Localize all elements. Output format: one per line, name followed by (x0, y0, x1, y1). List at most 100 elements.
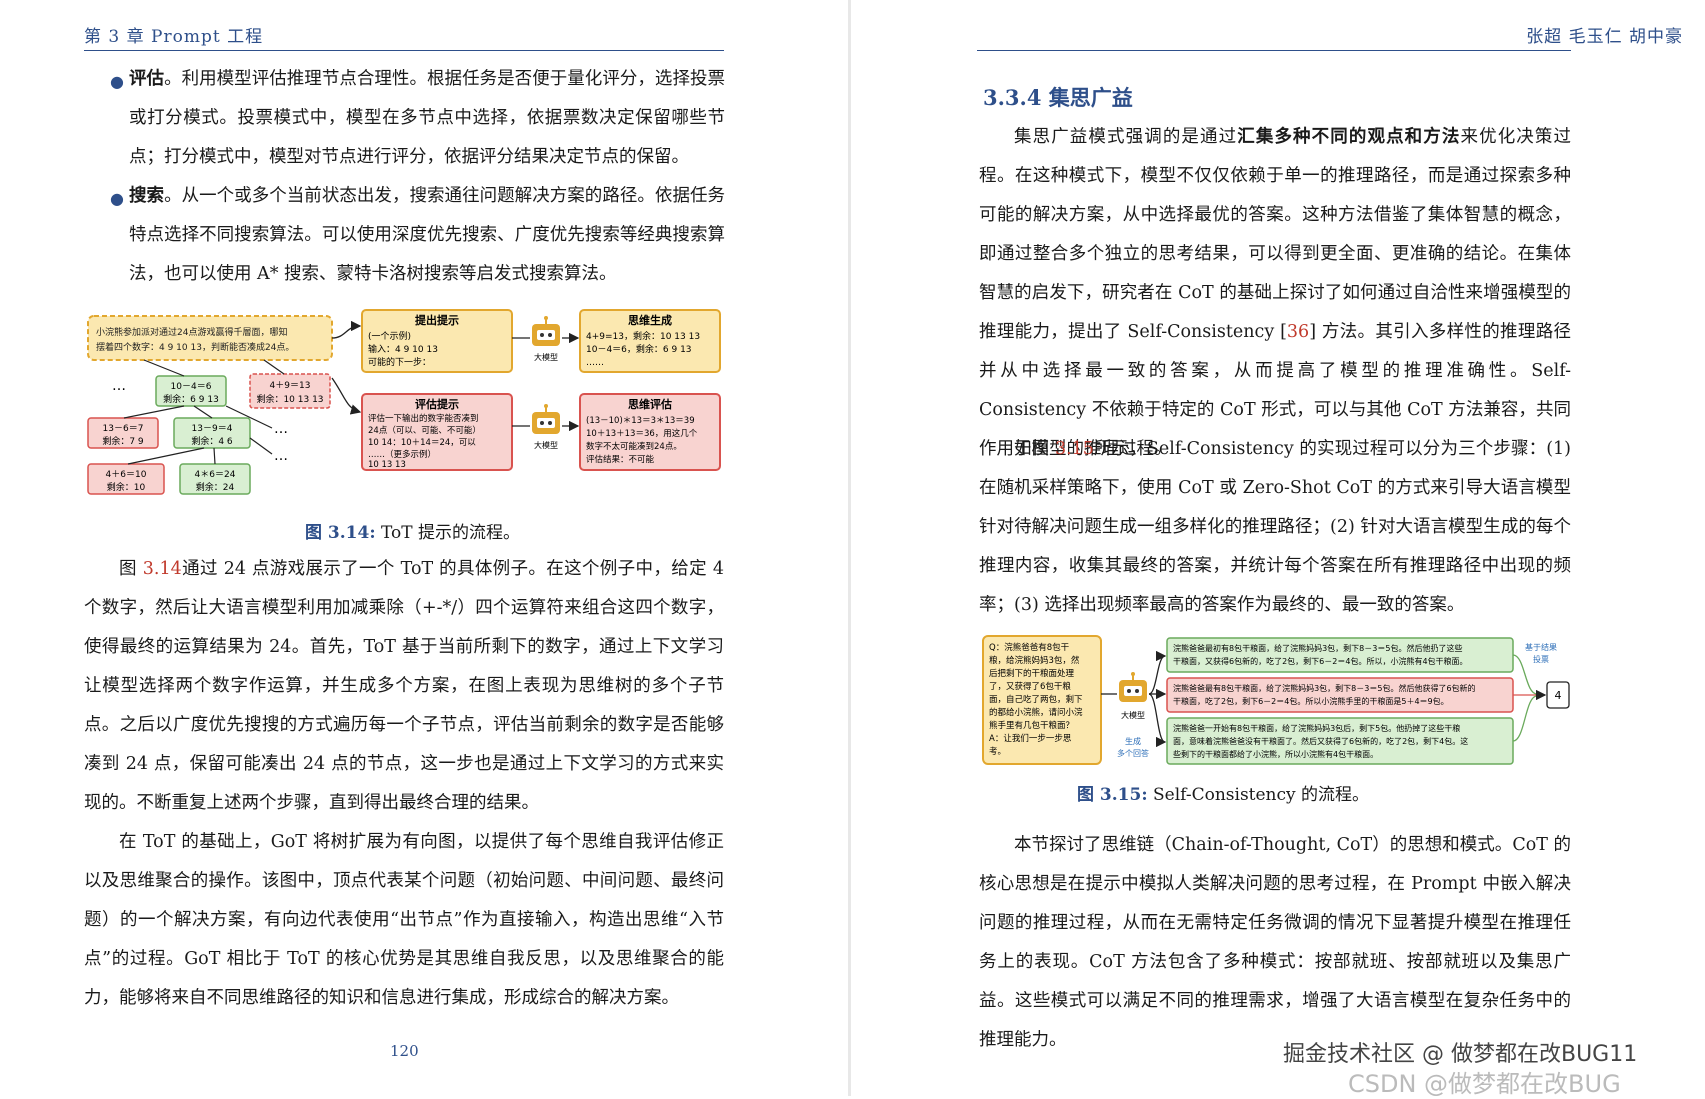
reasoning-path-line: 些剩下的干粮面都给了小浣熊，所以小浣熊有4包干粮面。 (1173, 749, 1378, 759)
evaluate-prompt-line: 24点（可以、可能、不可能） (368, 425, 481, 436)
thought-evaluation-line: 10＋13＋13＝36，用这几个 (586, 428, 698, 439)
question-line: 面，自己吃了两包，剩下 (989, 694, 1083, 705)
caption-text: Self-Consistency 的流程。 (1147, 785, 1370, 805)
tree-node-label: 4＋6＝10 (106, 469, 147, 480)
bullet-text: 。利用模型评估推理节点合理性。根据任务是否便于量化评分，选择投票或打分模式。投票… (129, 69, 725, 167)
tree-node-label: 10－4＝6 (171, 382, 212, 392)
figure-3-14-caption: 图 3.14: ToT 提示的流程。 (305, 518, 520, 543)
propose-prompt-title: 提出提示 (415, 313, 459, 327)
connector-arrow (1512, 695, 1538, 742)
evaluate-prompt-line: ……（更多示例） (368, 449, 436, 460)
right-paragraph-2: 如图 3.15所示，Self-Consistency 的实现过程可以分为三个步骤… (979, 439, 1571, 615)
page-number: 120 (390, 1042, 419, 1060)
figure-3-15-self-consistency-diagram: Q：浣熊爸爸有8包干 粮，给浣熊妈妈3包，然 后把剩下的干粮面处理 了，又获得了… (982, 635, 1570, 765)
figure-3-14-tot-diagram: 小浣熊参加派对通过24点游戏赢得千層面，哪知 摆着四个数字：4 9 10 13，… (87, 309, 721, 495)
propose-prompt-line: 可能的下一步： (368, 356, 431, 368)
tree-edge (249, 437, 273, 455)
bullet-term: 评估 (129, 69, 165, 89)
llm-label: 大模型 (534, 352, 558, 362)
robot-icon (1119, 672, 1147, 702)
connector-arrow (1148, 650, 1167, 695)
tree-node-label: 剩余：24 (196, 481, 235, 493)
question-line: 的都给小浣熊，请问小浣 (989, 707, 1083, 718)
tree-node-label: 13－9＝4 (192, 424, 233, 434)
question-line: 考。 (989, 747, 1006, 757)
tree-node-label: 4＋9＝13 (270, 380, 311, 391)
bullet-marker: ● (110, 189, 124, 208)
tree-node-label: 剩余：10 (107, 481, 146, 493)
section-title: 3.3.4 集思广益 (983, 85, 1133, 110)
vote-label: 投票 (1533, 654, 1549, 664)
question-line: Q：浣熊爸爸有8包干 (989, 642, 1070, 653)
reasoning-path-line: 浣熊爸爸一开始有8包干粮面，给了浣熊妈妈3包后，剩下5包。他扔掉了这些干粮 (1173, 723, 1460, 733)
tree-node-label: 剩余：10 13 13 (256, 393, 323, 405)
evaluate-prompt-line: 10 13 13 (368, 460, 406, 470)
right-paragraph-3: 本节探讨了思维链（Chain-of-Thought, CoT）的思想和模式。Co… (979, 835, 1571, 1050)
tree-edge (193, 405, 213, 419)
question-line: 粮，给浣熊妈妈3包，然 (989, 655, 1080, 666)
tree-ellipsis: … (274, 421, 288, 437)
tree-ellipsis: … (274, 448, 288, 464)
bullet-search: 搜索。从一个或多个当前状态出发，搜索通往问题解决方案的路径。依据任务特点选择不同… (129, 177, 725, 294)
figure-ref[interactable]: 3.14 (143, 559, 182, 579)
final-answer: 4 (1555, 689, 1562, 702)
tree-node-label: 剩余：4 6 (191, 435, 233, 447)
llm-label: 大模型 (534, 440, 558, 450)
question-line: 了，又获得了6包干粮 (989, 681, 1071, 692)
thought-evaluation-title: 思维评估 (628, 397, 672, 411)
robot-icon (532, 404, 560, 434)
generate-label: 生成 (1125, 736, 1141, 746)
thought-generation-title: 思维生成 (628, 313, 672, 327)
csdn-watermark: CSDN @做梦都在改BUG (1348, 1070, 1621, 1098)
citation-ref[interactable]: 36 (1287, 322, 1309, 342)
tree-edge (123, 405, 185, 419)
tree-edge (143, 359, 185, 377)
question-line: 熊手里有几包干粮面？ (989, 720, 1074, 731)
bullet-term: 搜索 (129, 186, 165, 206)
connector-arrow (1148, 693, 1167, 748)
tree-edge (127, 447, 205, 465)
reasoning-path-line: 浣熊爸爸最初有8包干粮面，给了浣熊妈妈3包，剩下8－3＝5包。然后他扔了这些 (1173, 643, 1462, 653)
reasoning-path-line: 干粮面，又获得6包新的，吃了2包，剩下6－2＝4包。所以，小浣熊有4包干粮面。 (1173, 656, 1468, 666)
tree-node-label: 剩余：7 9 (102, 435, 144, 447)
connector-arrow (331, 320, 362, 339)
left-running-head: 第 3 章 Prompt 工程 (84, 27, 264, 47)
generate-label: 多个回答 (1117, 748, 1149, 758)
evaluate-prompt-line: 评估一下输出的数字能否凑到 (368, 413, 479, 424)
propose-prompt-line: 输入：4 9 10 13 (368, 343, 438, 355)
thought-evaluation-line: 数字不太可能凑到24点。 (586, 441, 682, 452)
left-header-rule (84, 50, 724, 51)
question-line: A：让我们一步一步思 (989, 733, 1072, 744)
tree-ellipsis: … (112, 378, 126, 394)
reasoning-path-line: 浣熊爸爸最有8包干粮面，给了浣熊妈妈3包，剩下8－3＝5包。然后他获得了6包新的 (1173, 683, 1476, 693)
right-running-head: 张超 毛玉仁 胡中豪 (1526, 27, 1683, 47)
question-line-2: 摆着四个数字：4 9 10 13，判断能否凑成24点。 (96, 341, 294, 353)
bullet-evaluate: 评估。利用模型评估推理节点合理性。根据任务是否便于量化评分，选择投票或打分模式。… (129, 60, 725, 177)
tree-edge (263, 359, 285, 375)
left-paragraph-1: 图 3.14通过 24 点游戏展示了一个 ToT 的具体例子。在这个例子中，给定… (84, 559, 724, 813)
right-header-rule (977, 50, 1571, 51)
bullet-text: 。从一个或多个当前状态出发，搜索通往问题解决方案的路径。依据任务特点选择不同搜索… (129, 186, 725, 284)
question-line: 后把剩下的干粮面处理 (989, 668, 1075, 679)
tree-node-label: 4＊6＝24 (195, 470, 236, 480)
thought-generation-line: …… (586, 358, 604, 368)
tree-edge (213, 447, 216, 465)
robot-icon (532, 316, 560, 346)
thought-evaluation-line: 评估结果：不可能 (586, 454, 655, 465)
tree-node-label: 剩余：6 9 13 (163, 393, 219, 405)
tree-node-label: 13－6＝7 (103, 424, 144, 434)
thought-generation-line: 4+9=13，剩余：10 13 13 (586, 330, 700, 342)
connector-arrow (331, 377, 362, 415)
vote-label: 基于结果 (1525, 642, 1557, 652)
question-box (87, 315, 333, 361)
reasoning-path-line: 面，意味着浣熊爸爸没有干粮面了。然后又获得了6包新的，吃了2包，剩下4包。这 (1173, 736, 1468, 746)
figure-ref[interactable]: 3.15 (1055, 439, 1094, 459)
caption-label: 图 3.15: (1077, 785, 1148, 805)
evaluate-prompt-line: 10 14：10＋14＝24，可以 (368, 438, 476, 448)
reasoning-path-line: 干粮面，吃了2包，剩下6－2＝4包。所以小浣熊手里的干粮面是5＋4＝9包。 (1173, 696, 1449, 706)
figure-3-15-caption: 图 3.15: Self-Consistency 的流程。 (1077, 780, 1369, 805)
question-line-1: 小浣熊参加派对通过24点游戏赢得千層面，哪知 (96, 326, 287, 338)
right-page: 张超 毛玉仁 胡中豪 3.3.4 集思广益 集思广益模式强调的是通过汇集多种不同… (851, 0, 1705, 1098)
right-paragraph-1: 集思广益模式强调的是通过汇集多种不同的观点和方法来优化决策过程。在这种模式下，模… (979, 127, 1572, 459)
thought-generation-line: 10－4＝6，剩余：6 9 13 (586, 343, 692, 355)
